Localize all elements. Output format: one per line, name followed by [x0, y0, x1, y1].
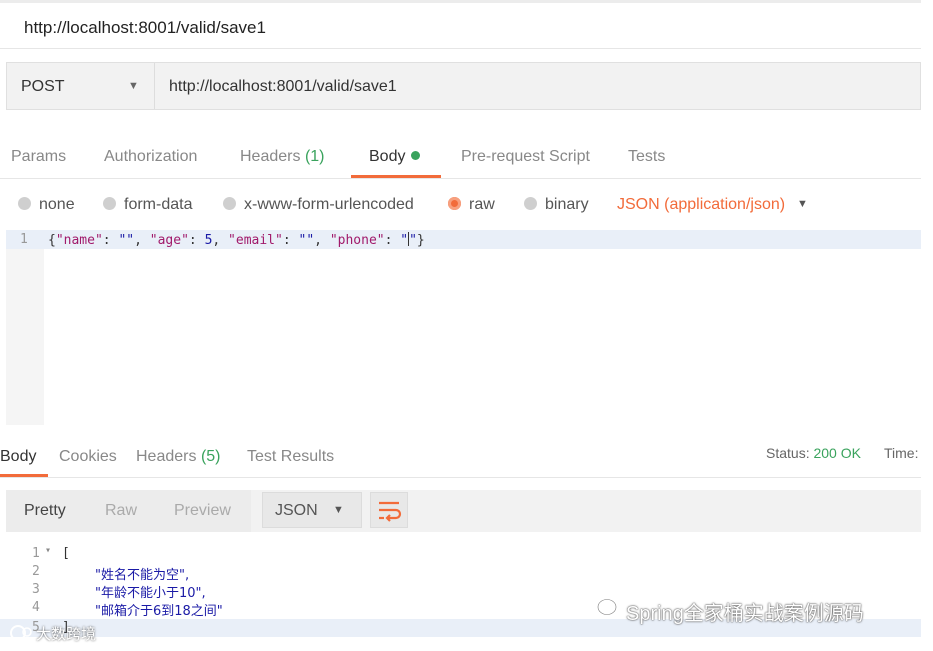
- response-text: [: [62, 546, 70, 561]
- code-sep: ,: [314, 233, 330, 248]
- tab-headers-label: Headers: [240, 148, 301, 165]
- code-sep: ,: [212, 233, 229, 248]
- mode-raw-label: raw: [469, 196, 495, 213]
- json-value: ": [409, 233, 417, 248]
- wrap-lines-button[interactable]: [370, 492, 408, 528]
- request-tab-title[interactable]: http://localhost:8001/valid/save1: [24, 18, 266, 38]
- wechat-icon: [597, 598, 623, 619]
- mode-form-data-label: form-data: [124, 196, 193, 213]
- request-body-editor[interactable]: 1 {"name": "", "age": 5, "email": "", "p…: [6, 230, 921, 425]
- tab-response-headers[interactable]: Headers (5): [136, 448, 221, 466]
- code-sep: :: [188, 233, 205, 248]
- method-select[interactable]: POST ▼: [7, 63, 155, 109]
- code-brace: }: [416, 233, 425, 248]
- line-number: 1: [20, 232, 28, 247]
- tab-response-headers-count: (5): [200, 448, 221, 465]
- wrap-lines-icon: [379, 501, 402, 522]
- content-type-select[interactable]: JSON (application/json): [617, 196, 785, 214]
- tab-body-label: Body: [369, 148, 406, 165]
- format-value: JSON: [275, 502, 318, 519]
- tab-tests[interactable]: Tests: [628, 148, 665, 166]
- body-mode-options: none form-data x-www-form-urlencoded raw…: [0, 190, 921, 220]
- request-bar: POST ▼ http://localhost:8001/valid/save1: [6, 62, 921, 110]
- code-line[interactable]: {"name": "", "age": 5, "email": "", "pho…: [48, 232, 425, 248]
- response-text: "邮箱介于6到18之间": [95, 604, 223, 619]
- response-tabs: Body Cookies Headers (5) Test Results St…: [0, 437, 921, 478]
- corner-watermark: 大数跨境: [8, 622, 148, 644]
- radio-selected-icon: [448, 197, 461, 210]
- mode-binary[interactable]: binary: [524, 196, 589, 214]
- json-value: ": [400, 233, 409, 248]
- code-sep: :: [384, 233, 401, 248]
- fold-toggle-icon[interactable]: ▾: [45, 545, 51, 556]
- code-sep: ,: [134, 233, 150, 248]
- tab-cookies[interactable]: Cookies: [59, 448, 117, 466]
- response-toolbar: Pretty Raw Preview JSON ▼: [6, 490, 921, 532]
- json-key: "name": [55, 233, 103, 248]
- line-number: 3: [32, 582, 40, 597]
- format-select[interactable]: JSON ▼: [262, 492, 362, 528]
- line-number: 2: [32, 564, 40, 579]
- radio-icon: [18, 197, 31, 210]
- tab-response-body[interactable]: Body: [0, 448, 36, 466]
- tab-prerequest-script[interactable]: Pre-request Script: [461, 148, 590, 166]
- mode-urlencoded-label: x-www-form-urlencoded: [244, 196, 414, 213]
- mode-form-data[interactable]: form-data: [103, 196, 192, 214]
- chevron-down-icon: ▼: [333, 504, 344, 516]
- active-tab-underline: [0, 474, 48, 477]
- line-number: 1: [32, 546, 40, 561]
- tab-response-headers-label: Headers: [136, 448, 197, 465]
- view-raw-button[interactable]: Raw: [105, 502, 137, 520]
- code-sep: :: [282, 233, 299, 248]
- status-badge: 200 OK: [813, 445, 861, 461]
- tab-test-results[interactable]: Test Results: [247, 448, 334, 466]
- request-tabs: Params Authorization Headers (1) Body Pr…: [0, 126, 921, 179]
- wechat-watermark-text: Spring全家桶实战案例源码: [626, 603, 864, 625]
- json-key: "phone": [329, 233, 385, 248]
- view-preview-button[interactable]: Preview: [174, 502, 231, 520]
- radio-icon: [223, 197, 236, 210]
- chevron-down-icon[interactable]: ▼: [797, 198, 808, 210]
- radio-icon: [103, 197, 116, 210]
- mode-urlencoded[interactable]: x-www-form-urlencoded: [223, 196, 414, 214]
- chevron-down-icon: ▼: [128, 80, 139, 92]
- body-indicator-dot-icon: [411, 151, 421, 160]
- json-value: "": [298, 233, 315, 248]
- tab-headers[interactable]: Headers (1): [240, 148, 325, 166]
- radio-icon: [524, 197, 537, 210]
- logo-icon: [10, 625, 32, 641]
- url-input[interactable]: http://localhost:8001/valid/save1: [169, 78, 397, 96]
- active-tab-underline: [351, 175, 441, 178]
- json-key: "age": [149, 233, 189, 248]
- method-label: POST: [21, 78, 65, 95]
- mode-binary-label: binary: [545, 196, 589, 213]
- json-value: "": [118, 233, 135, 248]
- tab-body[interactable]: Body: [369, 148, 421, 166]
- time-label: Time:: [884, 445, 919, 461]
- code-sep: :: [102, 233, 119, 248]
- line-number: 4: [32, 600, 40, 615]
- corner-watermark-text: 大数跨境: [36, 626, 97, 643]
- code-brace: {: [48, 233, 56, 248]
- wechat-watermark: Spring全家桶实战案例源码: [596, 596, 926, 625]
- status-label: Status:: [766, 445, 810, 461]
- mode-raw[interactable]: raw: [448, 196, 495, 214]
- view-pretty-button[interactable]: Pretty: [24, 502, 66, 520]
- tab-strip: [0, 0, 921, 3]
- tab-authorization[interactable]: Authorization: [104, 148, 197, 166]
- tab-params[interactable]: Params: [11, 148, 66, 166]
- window-title-bar: http://localhost:8001/valid/save1: [0, 0, 921, 49]
- status-indicator: Status: 200 OK: [766, 445, 861, 461]
- mode-none-label: none: [39, 196, 75, 213]
- mode-none[interactable]: none: [18, 196, 75, 214]
- line-gutter: [6, 230, 44, 425]
- response-line: 2 "姓名不能为空",: [0, 563, 921, 583]
- response-line: 1 ▾ [: [0, 545, 921, 563]
- json-key: "email": [228, 233, 283, 248]
- view-mode-segment: Pretty Raw Preview: [6, 490, 251, 532]
- tab-headers-count: (1): [304, 148, 325, 165]
